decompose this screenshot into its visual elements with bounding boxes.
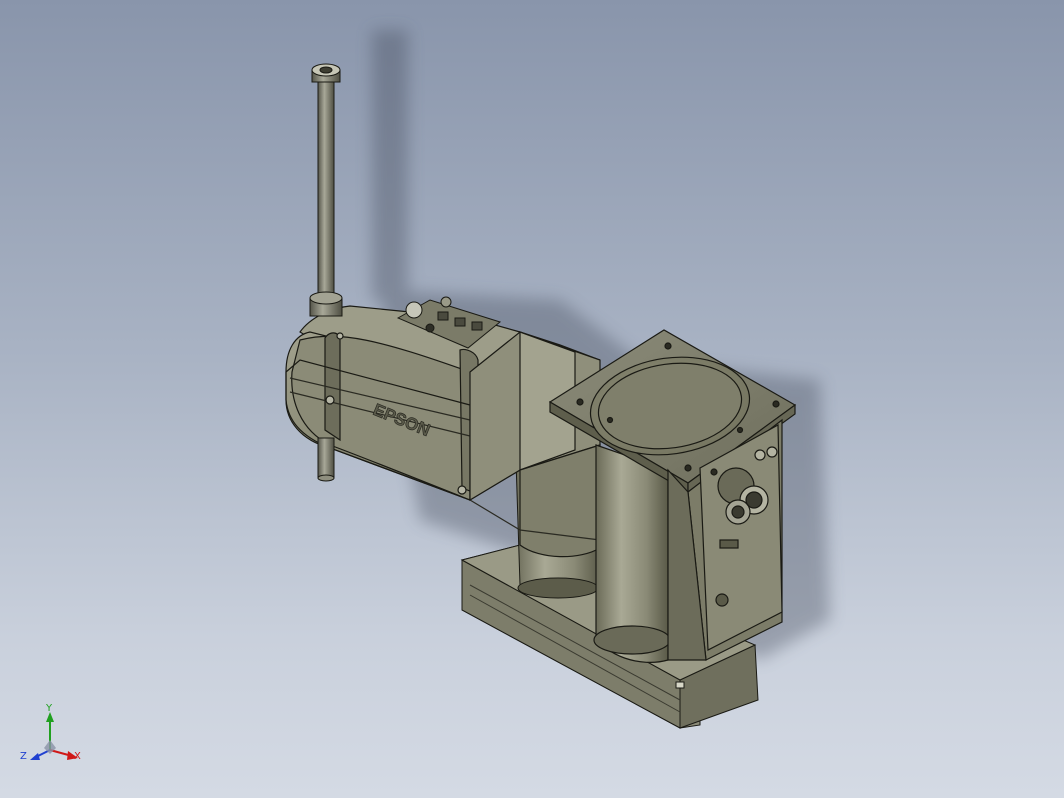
orientation-triad[interactable]: Y X Z <box>16 700 88 772</box>
joint-1-column <box>593 444 671 663</box>
z-axis-label: Z <box>20 751 27 762</box>
y-axis-label: Y <box>45 703 53 714</box>
z-axis-arrow <box>30 753 40 760</box>
x-axis-label: X <box>74 751 81 762</box>
robot-model-view: EPSON <box>285 30 830 729</box>
3d-viewport[interactable]: EPSON Y X Z <box>0 0 1064 798</box>
